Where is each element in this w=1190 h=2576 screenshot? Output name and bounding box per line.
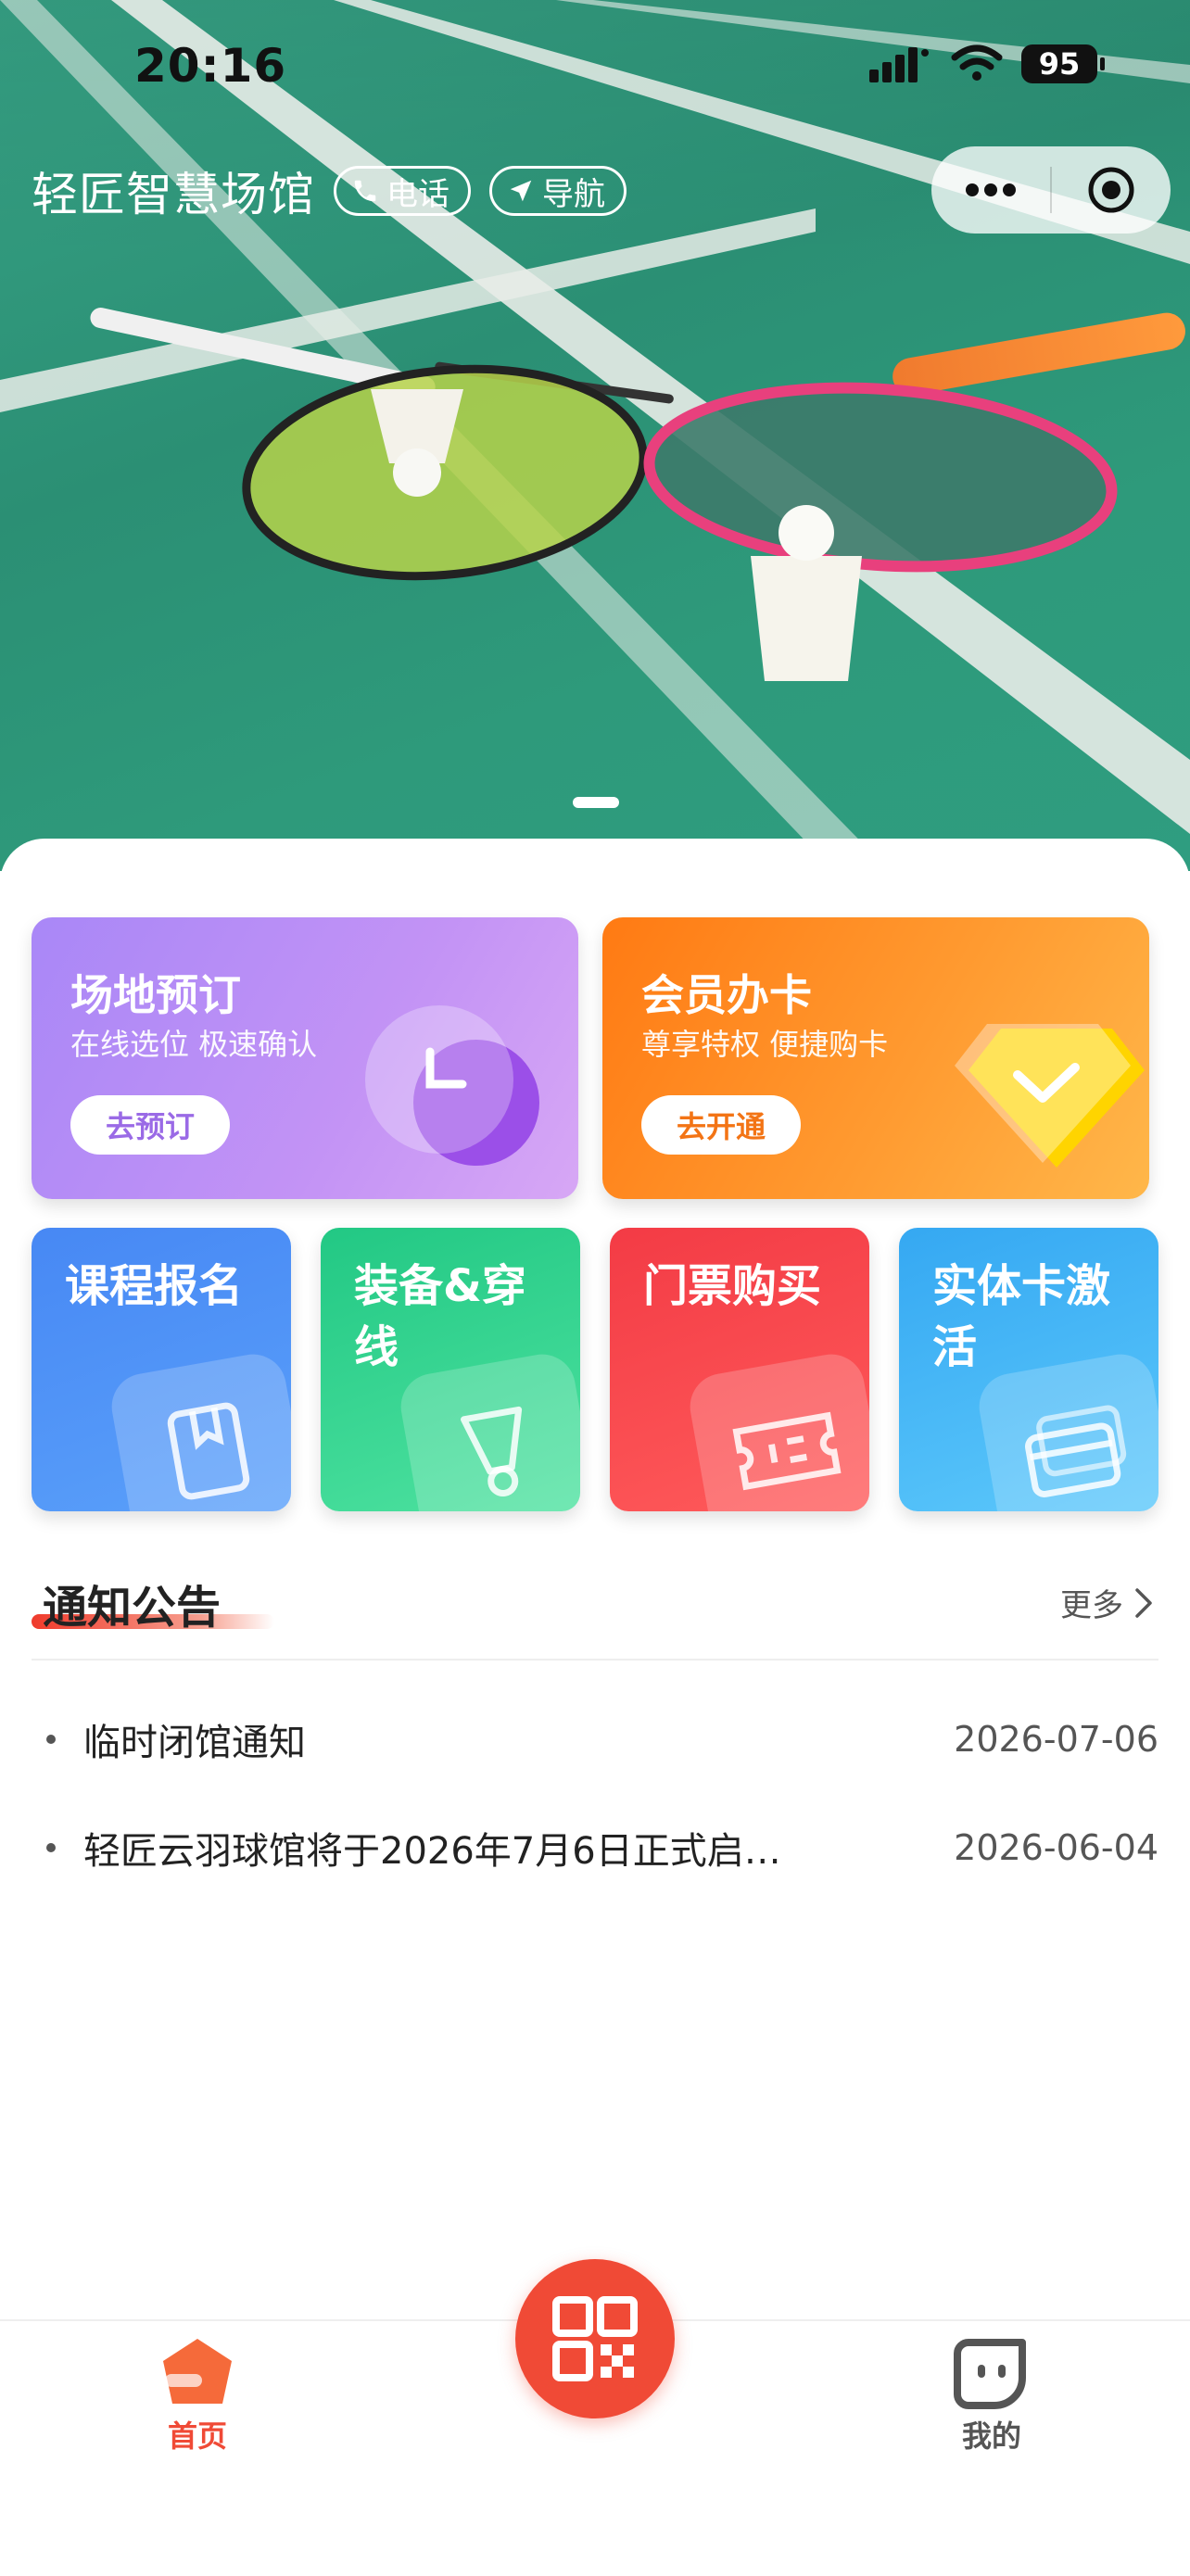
diamond-check-icon — [955, 1024, 1145, 1168]
status-time: 20:16 — [134, 39, 287, 93]
signal-icon — [869, 47, 929, 82]
notice-heading: 通知公告 — [43, 1582, 222, 1634]
court-booking-button[interactable]: 去预订 — [70, 1095, 230, 1155]
battery-indicator: 95 — [1021, 44, 1105, 83]
scan-qr-button[interactable] — [515, 2259, 675, 2418]
membership-subtitle: 尊享特权 便捷购卡 — [641, 1027, 889, 1062]
tab-home[interactable]: 首页 — [105, 2335, 290, 2456]
card-icon — [1025, 1405, 1127, 1497]
equipment-stringing-card[interactable]: 装备&穿线 — [321, 1228, 580, 1511]
close-miniprogram-button[interactable] — [1052, 146, 1171, 234]
chevron-right-icon — [1135, 1587, 1152, 1618]
bullet-dot — [46, 1735, 56, 1744]
venue-header: 轻匠智慧场馆 电话 导航 — [32, 158, 627, 224]
notice-item[interactable]: 轻匠云羽球馆将于2026年7月6日正式启… 2026-06-04 — [46, 1821, 1158, 1875]
court-booking-title: 场地预订 — [70, 970, 241, 1020]
membership-title: 会员办卡 — [641, 970, 812, 1020]
carousel-indicator — [573, 797, 619, 808]
more-label: 更多 — [1060, 1587, 1123, 1624]
course-signup-title: 课程报名 — [65, 1260, 244, 1312]
membership-button[interactable]: 去开通 — [641, 1095, 801, 1155]
more-dots-icon — [966, 183, 1016, 196]
tab-mine[interactable]: 我的 — [899, 2335, 1084, 2456]
phone-icon — [354, 180, 376, 202]
navigate-label: 导航 — [542, 175, 605, 213]
miniprogram-capsule — [931, 146, 1171, 234]
navigation-arrow-icon — [510, 180, 532, 202]
shuttlecock-icon — [461, 1406, 523, 1496]
notice-divider — [32, 1659, 1158, 1661]
membership-card[interactable]: 会员办卡 尊享特权 便捷购卡 去开通 — [602, 917, 1149, 1199]
phone-button[interactable]: 电话 — [334, 166, 471, 216]
court-booking-subtitle: 在线选位 极速确认 — [70, 1027, 318, 1062]
ticket-purchase-card[interactable]: 门票购买 — [610, 1228, 869, 1511]
phone-label: 电话 — [386, 175, 449, 213]
ticket-icon — [732, 1411, 842, 1491]
more-options-button[interactable] — [931, 146, 1050, 234]
target-circle-icon — [1088, 167, 1134, 213]
navigate-button[interactable]: 导航 — [489, 166, 627, 216]
tab-home-label: 首页 — [167, 2418, 227, 2454]
venue-name: 轻匠智慧场馆 — [32, 168, 315, 221]
book-icon — [167, 1402, 250, 1500]
court-booking-card[interactable]: 场地预订 在线选位 极速确认 去预订 — [32, 917, 578, 1199]
bullet-dot — [46, 1843, 56, 1852]
ticket-purchase-title: 门票购买 — [643, 1260, 822, 1312]
card-activation-card[interactable]: 实体卡激活 — [899, 1228, 1158, 1511]
wifi-icon — [951, 44, 1003, 81]
profile-face-icon — [954, 2339, 1026, 2409]
qr-code-icon — [552, 2296, 638, 2381]
home-icon — [163, 2339, 232, 2404]
notice-date: 2026-07-06 — [954, 1719, 1158, 1760]
notice-date: 2026-06-04 — [954, 1827, 1158, 1868]
clock-icon — [365, 1005, 539, 1166]
course-signup-card[interactable]: 课程报名 — [32, 1228, 291, 1511]
notice-title: 轻匠云羽球馆将于2026年7月6日正式启… — [83, 1830, 781, 1873]
notice-more-link[interactable]: 更多 — [1060, 1580, 1153, 1625]
notice-title: 临时闭馆通知 — [83, 1722, 306, 1764]
tab-mine-label: 我的 — [961, 2418, 1021, 2454]
status-bar: 20:16 95 — [0, 0, 1190, 139]
notice-item[interactable]: 临时闭馆通知 2026-07-06 — [46, 1712, 1158, 1766]
